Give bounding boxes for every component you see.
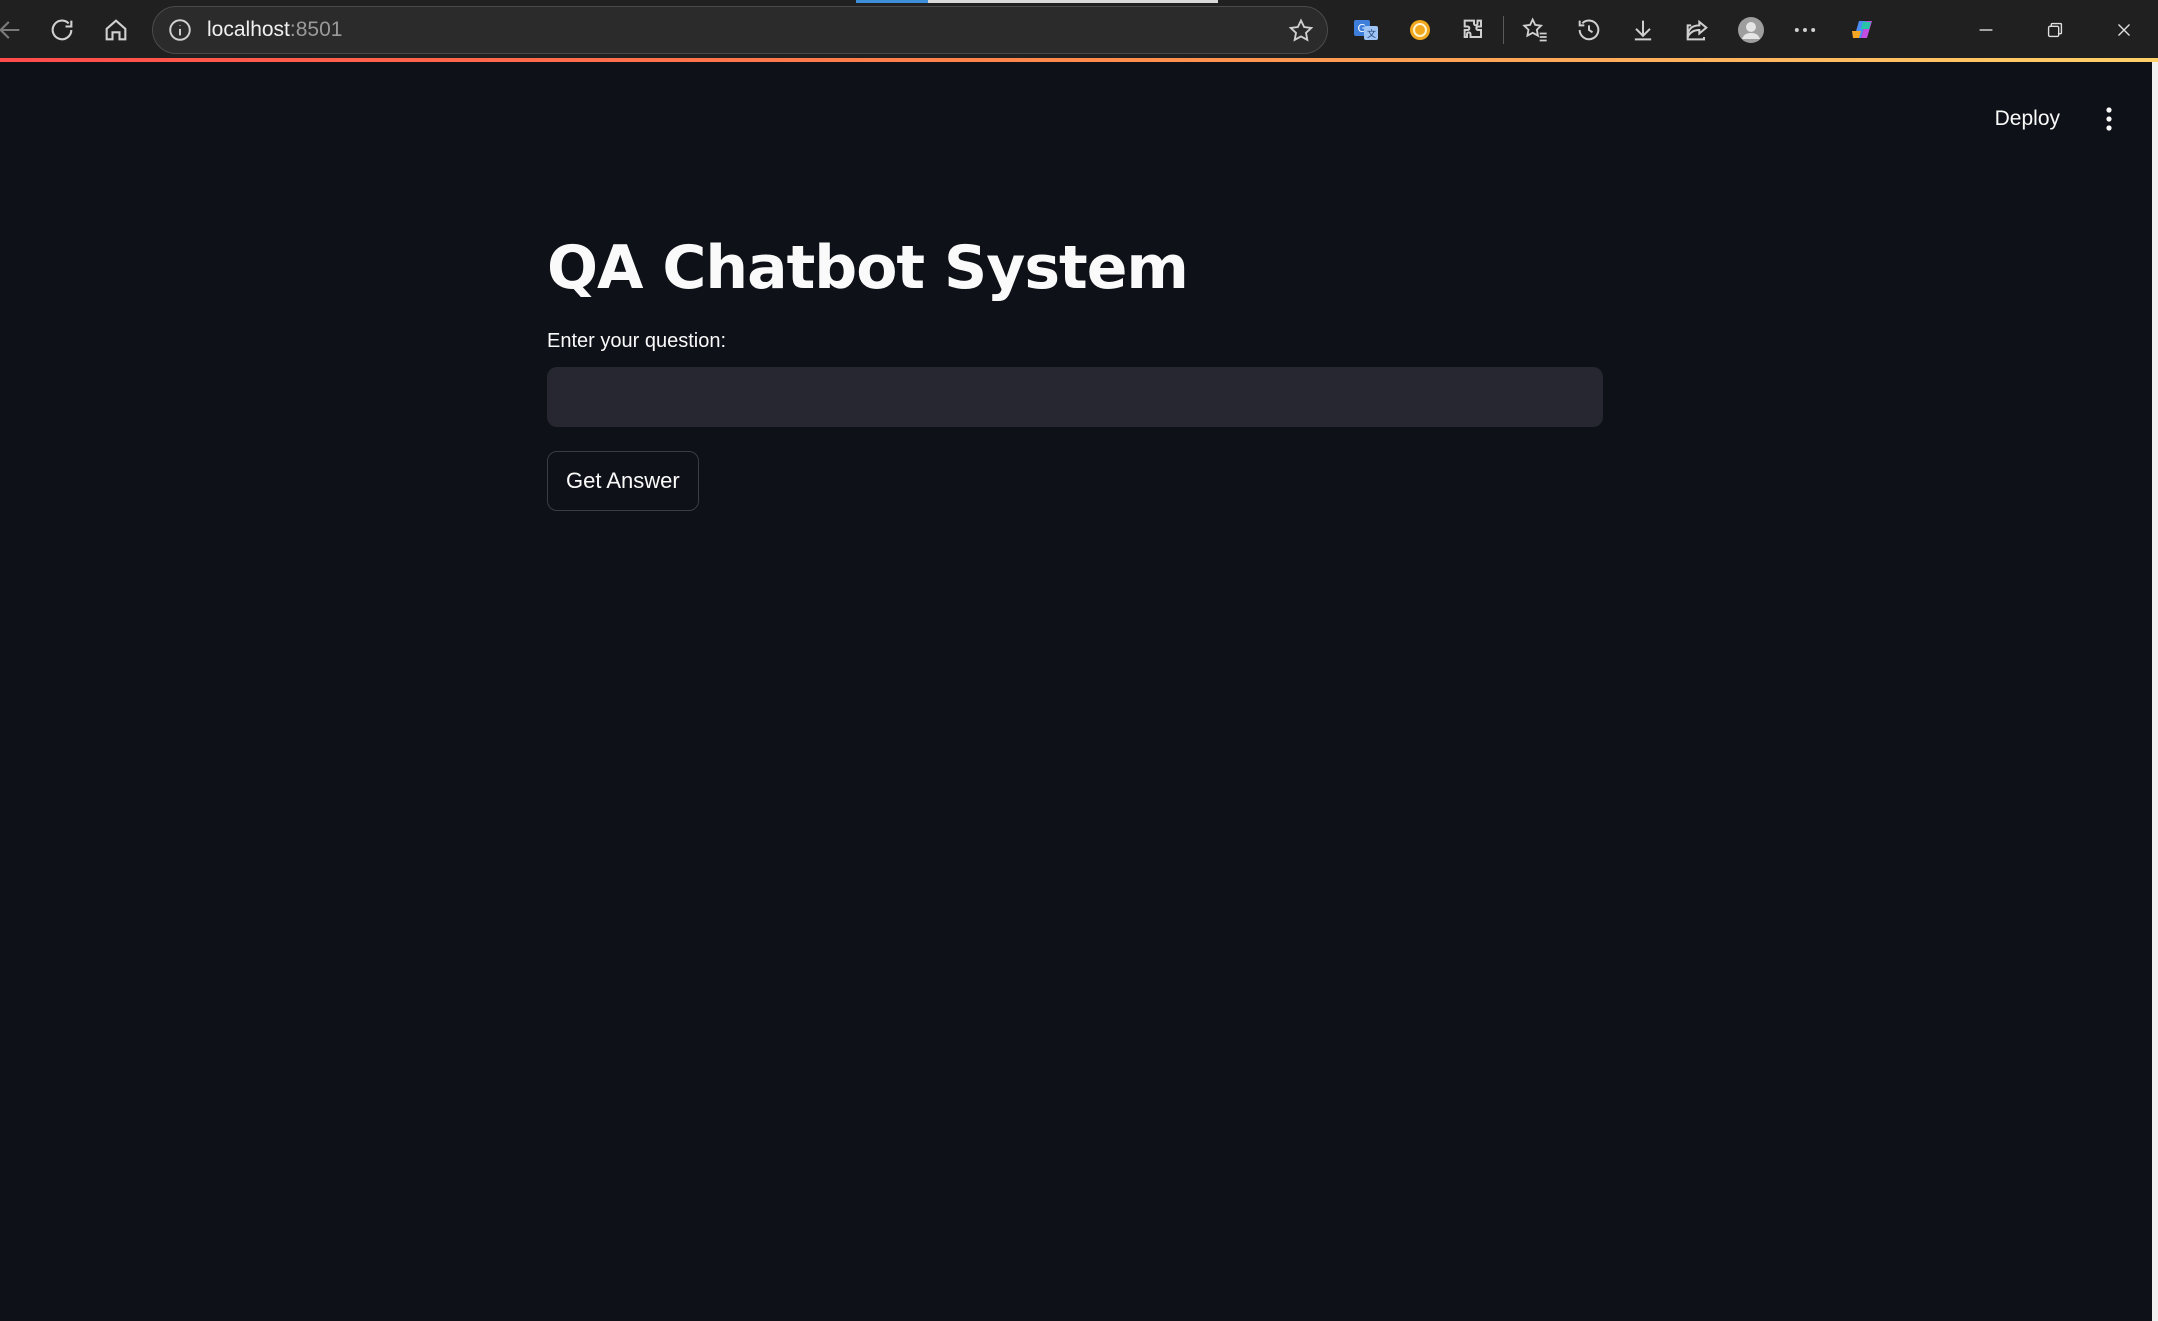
favorite-star-icon[interactable] bbox=[1287, 17, 1315, 45]
reload-button[interactable] bbox=[40, 8, 84, 52]
tab-indicator bbox=[928, 0, 1218, 3]
vertical-dots-icon bbox=[2106, 107, 2112, 131]
close-icon bbox=[2118, 24, 2130, 36]
minimize-icon bbox=[1979, 29, 1993, 31]
main-content: QA Chatbot System Enter your question: G… bbox=[547, 232, 1603, 511]
copilot-icon[interactable] bbox=[1842, 10, 1882, 50]
close-button[interactable] bbox=[2096, 8, 2152, 52]
page-title: QA Chatbot System bbox=[547, 233, 1189, 303]
url-host: localhost bbox=[207, 18, 290, 41]
home-icon bbox=[105, 19, 127, 41]
home-button[interactable] bbox=[94, 8, 138, 52]
svg-text:文: 文 bbox=[1367, 28, 1376, 40]
back-arrow-icon bbox=[0, 21, 20, 39]
more-options-icon[interactable] bbox=[1785, 10, 1825, 50]
coin-extension-icon[interactable] bbox=[1400, 10, 1440, 50]
reload-icon bbox=[51, 19, 73, 41]
deploy-button[interactable]: Deploy bbox=[1981, 94, 2074, 144]
get-answer-button[interactable]: Get Answer bbox=[547, 451, 699, 511]
tab-indicator bbox=[856, 0, 928, 3]
question-input[interactable] bbox=[547, 367, 1603, 427]
extensions-icon[interactable] bbox=[1454, 10, 1494, 50]
profile-avatar-icon[interactable] bbox=[1731, 10, 1771, 50]
share-icon[interactable] bbox=[1677, 10, 1717, 50]
history-icon[interactable] bbox=[1569, 10, 1609, 50]
back-button[interactable] bbox=[0, 8, 32, 52]
download-icon[interactable] bbox=[1623, 10, 1663, 50]
main-menu-button[interactable] bbox=[2084, 94, 2134, 144]
page-scrollbar[interactable] bbox=[2152, 62, 2158, 1321]
minimize-button[interactable] bbox=[1958, 8, 2014, 52]
restore-button[interactable] bbox=[2027, 8, 2083, 52]
restore-icon bbox=[2047, 22, 2063, 38]
translate-icon[interactable]: G文 bbox=[1346, 10, 1386, 50]
app-main: Deploy QA Chatbot System Enter your ques… bbox=[0, 62, 2152, 1321]
url-port: :8501 bbox=[289, 18, 343, 41]
browser-toolbar: localhost:8501 G文 bbox=[0, 0, 2158, 60]
favorites-icon[interactable] bbox=[1515, 10, 1555, 50]
toolbar-separator bbox=[1503, 16, 1504, 44]
site-info-icon[interactable] bbox=[167, 17, 193, 43]
question-label: Enter your question: bbox=[547, 330, 726, 352]
address-bar[interactable]: localhost:8501 bbox=[152, 6, 1328, 54]
